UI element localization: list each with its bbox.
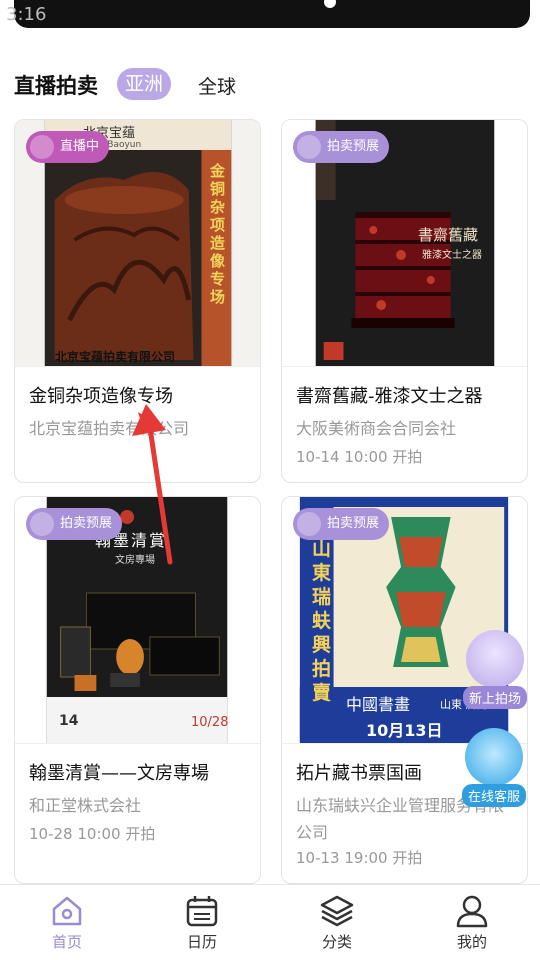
auction-card[interactable]: 書齋舊藏 雅漆文士之器 拍卖预展 書齋舊藏-雅漆文士之器 大阪美術商会合同会社 … bbox=[281, 119, 528, 483]
tab-global[interactable]: 全球 bbox=[198, 72, 236, 99]
card-divider bbox=[15, 743, 260, 744]
robot-icon bbox=[465, 728, 523, 786]
card-divider bbox=[15, 366, 260, 367]
poster-title: 書齋舊藏 bbox=[418, 226, 479, 244]
auction-name: 書齋舊藏-雅漆文士之器 bbox=[296, 386, 483, 407]
auction-time: 10-13 19:00 开拍 bbox=[296, 849, 423, 867]
poster-footer: 北京宝蕴拍卖有限公司 bbox=[55, 350, 176, 364]
status-badge: 直播中 bbox=[26, 131, 110, 163]
calendar-icon bbox=[186, 896, 218, 927]
nav-home[interactable]: 首页 bbox=[27, 893, 107, 952]
new-venue-label: 新上拍场 bbox=[462, 686, 527, 709]
nav-profile[interactable]: 我的 bbox=[432, 893, 512, 952]
poster-date: 10/28 bbox=[191, 715, 229, 730]
auction-card[interactable]: 北京宝蕴 ng Baoyun 金铜杂项造像专场 北京宝蕴拍卖有限公司 直播中 金… bbox=[14, 119, 261, 483]
auction-name: 金铜杂项造像专场 bbox=[29, 386, 173, 407]
poster-subtitle: 文房專場 bbox=[115, 555, 155, 566]
auction-time: 10-28 10:00 开拍 bbox=[29, 825, 156, 843]
auction-org: 大阪美術商会合同会社 bbox=[296, 419, 457, 438]
nav-category[interactable]: 分类 bbox=[297, 893, 377, 952]
auction-name: 翰墨清賞——文房専場 bbox=[29, 763, 209, 784]
poster-corner: 14 bbox=[59, 713, 79, 729]
poster-band: 中國書畫 bbox=[346, 695, 411, 714]
new-venue-button[interactable]: 新上拍场 bbox=[462, 630, 528, 709]
status-badge-label: 拍卖预展 bbox=[60, 516, 113, 531]
nav-calendar[interactable]: 日历 bbox=[162, 893, 242, 952]
page-title: 直播拍卖 bbox=[14, 74, 98, 98]
poster-date: 10月13日 bbox=[366, 721, 443, 740]
customer-service-button[interactable]: 在线客服 bbox=[458, 728, 530, 807]
status-badge-label: 拍卖预展 bbox=[327, 139, 380, 154]
auction-org: 北京宝蕴拍卖有限公司 bbox=[29, 419, 190, 438]
bottom-nav: 首页 日历 分类 我的 bbox=[0, 884, 540, 960]
status-badge-label: 拍卖预展 bbox=[327, 516, 380, 531]
auction-header: 直播拍卖 亚洲 全球 bbox=[0, 60, 540, 108]
gavel-icon bbox=[30, 512, 54, 536]
status-badge: 拍卖预展 bbox=[293, 508, 390, 540]
gavel-icon bbox=[297, 135, 321, 159]
poster-vertical-title: 山東瑞蚨興拍賣 bbox=[312, 538, 332, 704]
layers-icon bbox=[320, 895, 354, 927]
shoe-icon bbox=[466, 630, 524, 688]
tab-asia[interactable]: 亚洲 bbox=[117, 68, 171, 100]
status-badge: 拍卖预展 bbox=[293, 131, 390, 163]
nav-category-label: 分类 bbox=[321, 933, 352, 951]
auction-card[interactable]: 翰墨清賞 文房專場 10/28 14 拍卖预展 翰墨清賞——文房専場 和正堂株式… bbox=[14, 496, 261, 884]
customer-service-label: 在线客服 bbox=[461, 784, 526, 807]
nav-profile-label: 我的 bbox=[456, 933, 487, 951]
status-badge: 拍卖预展 bbox=[26, 508, 123, 540]
home-icon bbox=[52, 896, 82, 926]
auction-org: 和正堂株式会社 bbox=[29, 796, 142, 815]
status-bar: 3:16 bbox=[0, 0, 540, 32]
user-icon bbox=[456, 895, 488, 928]
app-screen: 3:16 直播拍卖 亚洲 全球 北京宝蕴 ng Baoyun 金铜杂项造像专场 … bbox=[0, 0, 540, 960]
gavel-icon bbox=[297, 512, 321, 536]
nav-calendar-label: 日历 bbox=[186, 933, 217, 951]
card-divider bbox=[282, 366, 527, 367]
auction-name: 拓片藏书票国画 bbox=[296, 763, 422, 784]
poster-vertical-title: 金铜杂项造像专场 bbox=[210, 162, 226, 306]
nav-home-label: 首页 bbox=[51, 933, 82, 951]
status-badge-label: 直播中 bbox=[60, 139, 100, 154]
status-overlay bbox=[14, 0, 530, 28]
gavel-icon bbox=[30, 135, 54, 159]
poster-subtitle: 雅漆文士之器 bbox=[422, 250, 482, 261]
auction-time: 10-14 10:00 开拍 bbox=[296, 448, 423, 466]
status-time: 3:16 bbox=[6, 4, 47, 25]
